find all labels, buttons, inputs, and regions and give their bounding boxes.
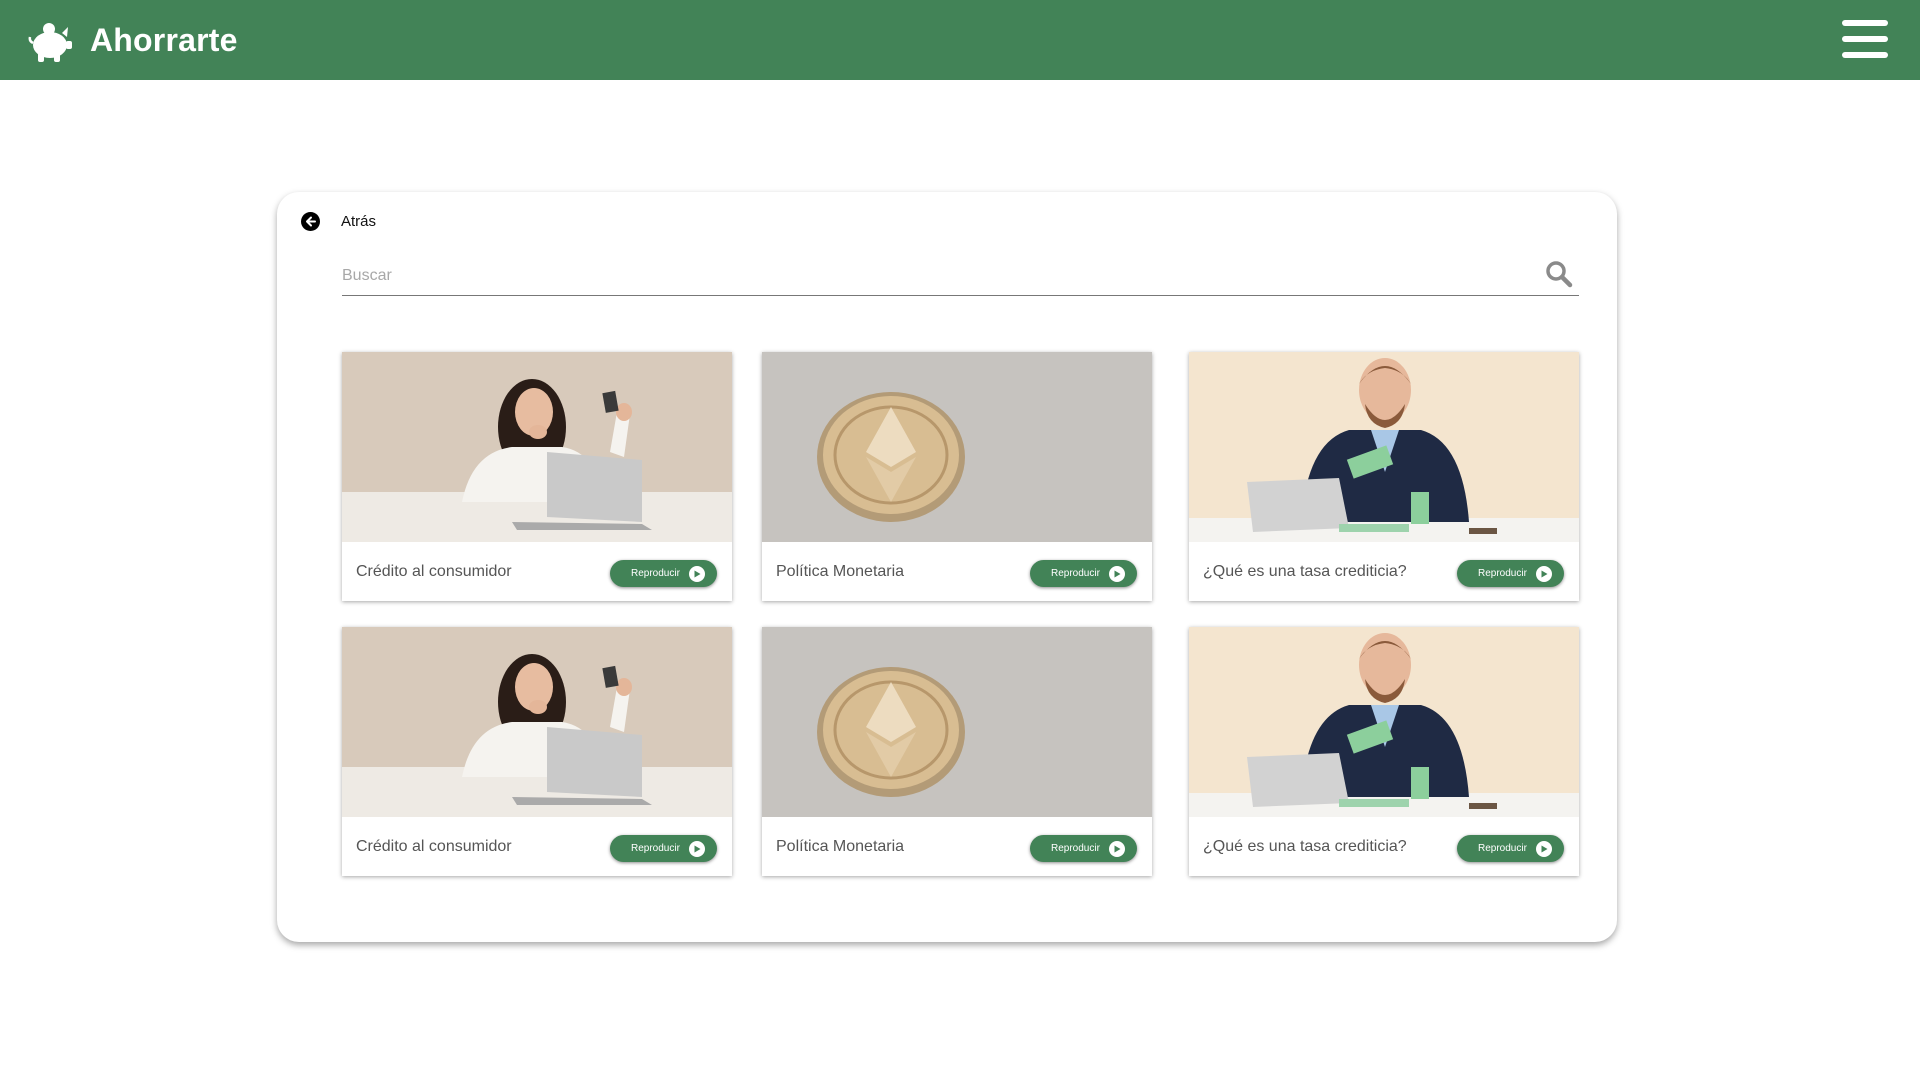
video-title: Crédito al consumidor [356, 838, 512, 855]
video-card[interactable]: Crédito al consumidor Reproducir [342, 352, 732, 601]
play-icon [1109, 841, 1125, 857]
play-button-label: Reproducir [631, 568, 680, 579]
play-icon [689, 566, 705, 582]
piggy-bank-icon [28, 23, 72, 62]
play-button[interactable]: Reproducir [1030, 560, 1137, 587]
play-button-label: Reproducir [1478, 568, 1527, 579]
video-thumbnail[interactable] [1189, 352, 1579, 542]
play-icon [1109, 566, 1125, 582]
video-card[interactable]: Política Monetaria Reproducir [762, 627, 1152, 876]
menu-bar [1842, 20, 1888, 26]
hamburger-menu-icon[interactable] [1842, 20, 1888, 58]
video-card[interactable]: Crédito al consumidor Reproducir [342, 627, 732, 876]
play-button-label: Reproducir [1051, 568, 1100, 579]
search-input[interactable] [342, 264, 1522, 288]
play-button-label: Reproducir [1478, 843, 1527, 854]
play-button[interactable]: Reproducir [1030, 835, 1137, 862]
video-title: Política Monetaria [776, 838, 905, 855]
play-icon [1536, 566, 1552, 582]
search-bar [342, 250, 1579, 296]
video-library-panel: Atrás Crédito al consumidor Reproducir P… [277, 192, 1617, 942]
back-label: Atrás [341, 213, 377, 230]
brand-name: Ahorrarte [90, 21, 238, 58]
play-button[interactable]: Reproducir [610, 835, 717, 862]
back-button[interactable]: Atrás [301, 212, 376, 231]
search-icon[interactable] [1545, 260, 1573, 288]
video-thumbnail[interactable] [762, 352, 1152, 542]
play-button-label: Reproducir [1051, 843, 1100, 854]
play-button[interactable]: Reproducir [610, 560, 717, 587]
video-thumbnail[interactable] [762, 627, 1152, 817]
video-card[interactable]: ¿Qué es una tasa crediticia? Reproducir [1189, 627, 1579, 876]
menu-bar [1842, 52, 1888, 58]
play-button[interactable]: Reproducir [1457, 835, 1564, 862]
play-icon [689, 841, 705, 857]
menu-bar [1842, 36, 1888, 42]
play-button-label: Reproducir [631, 843, 680, 854]
video-title: Crédito al consumidor [356, 563, 512, 580]
video-title: ¿Qué es una tasa crediticia? [1203, 563, 1407, 580]
video-thumbnail[interactable] [342, 627, 732, 817]
video-title: ¿Qué es una tasa crediticia? [1203, 838, 1407, 855]
play-button[interactable]: Reproducir [1457, 560, 1564, 587]
video-thumbnail[interactable] [1189, 627, 1579, 817]
video-card[interactable]: Política Monetaria Reproducir [762, 352, 1152, 601]
arrow-left-circle-icon [301, 212, 320, 231]
top-bar: Ahorrarte [0, 0, 1920, 80]
play-icon [1536, 841, 1552, 857]
video-title: Política Monetaria [776, 563, 905, 580]
video-thumbnail[interactable] [342, 352, 732, 542]
brand[interactable]: Ahorrarte [28, 17, 238, 63]
video-card[interactable]: ¿Qué es una tasa crediticia? Reproducir [1189, 352, 1579, 601]
